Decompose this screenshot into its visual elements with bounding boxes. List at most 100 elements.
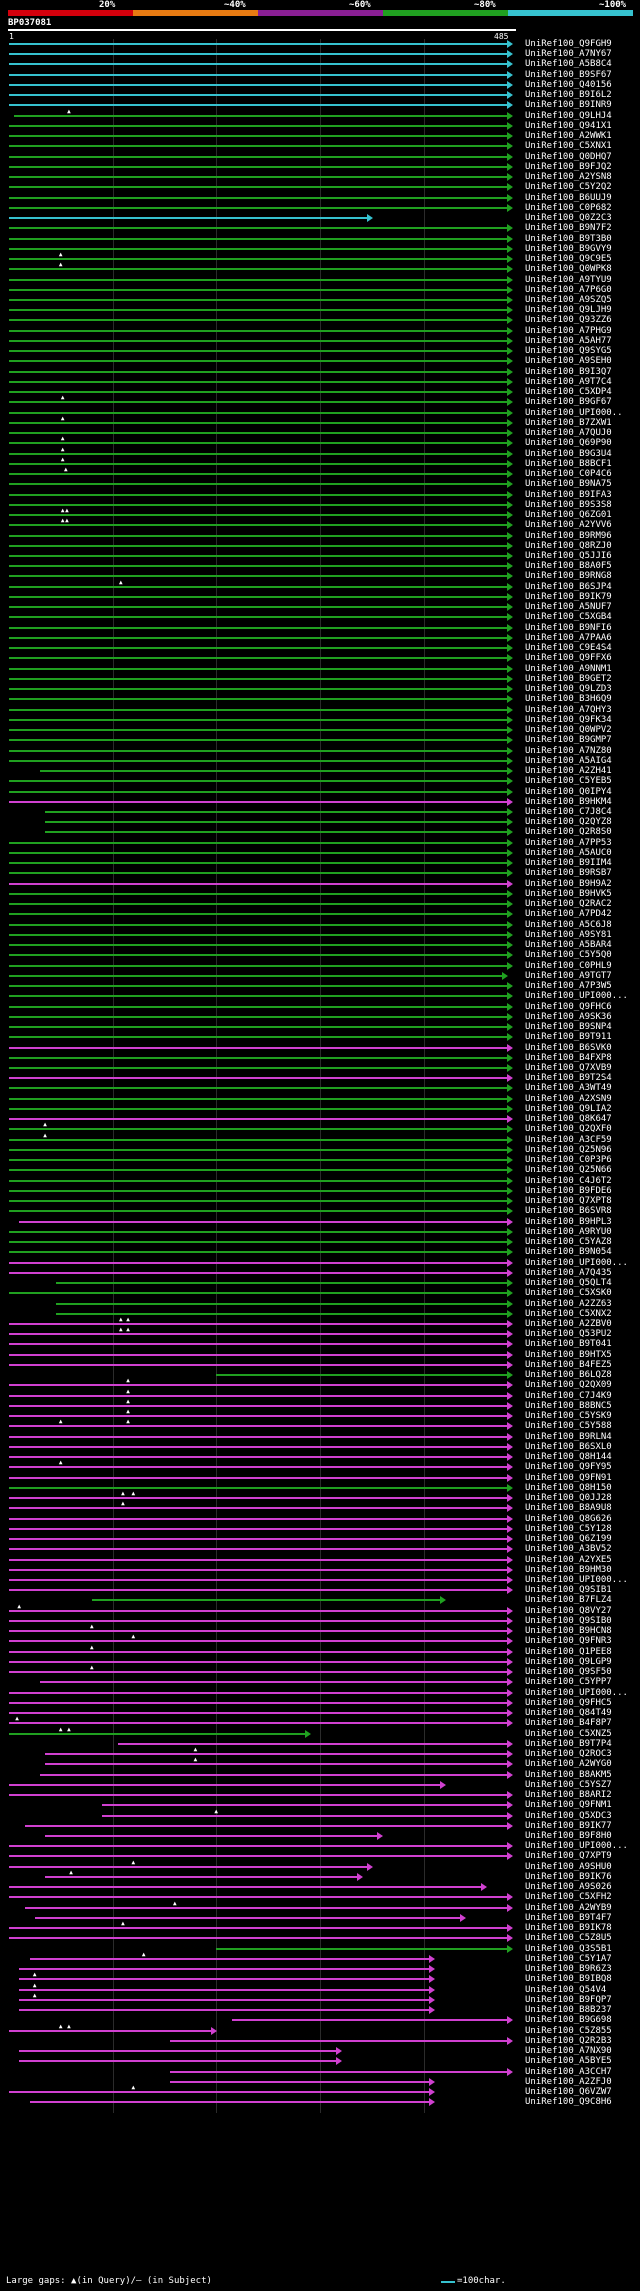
hit-label[interactable]: UniRef100_B6SVR8 bbox=[525, 1206, 612, 1216]
hit-label[interactable]: UniRef100_C5XDP4 bbox=[525, 387, 612, 397]
hit-bar[interactable] bbox=[40, 1773, 508, 1776]
hit-bar[interactable] bbox=[9, 585, 508, 588]
hit-bar[interactable] bbox=[9, 1886, 483, 1889]
hit-label[interactable]: UniRef100_A2XSN9 bbox=[525, 1094, 612, 1104]
hit-label[interactable]: UniRef100_C5Y128 bbox=[525, 1524, 612, 1534]
hit-label[interactable]: UniRef100_UPI000... bbox=[525, 1258, 628, 1268]
hit-label[interactable]: UniRef100_B8ARI2 bbox=[525, 1790, 612, 1800]
hit-label[interactable]: UniRef100_B8BCF1 bbox=[525, 459, 612, 469]
hit-bar[interactable] bbox=[9, 1261, 508, 1264]
hit-bar[interactable] bbox=[9, 442, 508, 445]
hit-label[interactable]: UniRef100_B9IK79 bbox=[525, 592, 612, 602]
hit-bar[interactable] bbox=[9, 462, 508, 465]
hit-label[interactable]: UniRef100_B9FQP7 bbox=[525, 1995, 612, 2005]
hit-bar[interactable] bbox=[45, 811, 508, 813]
hit-label[interactable]: UniRef100_A2ZFJ0 bbox=[525, 2077, 612, 2087]
hit-bar[interactable] bbox=[9, 1589, 508, 1592]
hit-label[interactable]: UniRef100_A9S026 bbox=[525, 1882, 612, 1892]
hit-bar[interactable] bbox=[19, 1968, 431, 1971]
hit-label[interactable]: UniRef100_C9E4S4 bbox=[525, 643, 612, 653]
hit-bar[interactable] bbox=[9, 739, 508, 742]
hit-label[interactable]: UniRef100_B9RNG8 bbox=[525, 571, 612, 581]
hit-label[interactable]: UniRef100_B7ZXW1 bbox=[525, 418, 612, 428]
hit-label[interactable]: UniRef100_B9HCN8 bbox=[525, 1626, 612, 1636]
hit-label[interactable]: UniRef100_B9NA75 bbox=[525, 479, 612, 489]
hit-bar[interactable] bbox=[9, 124, 508, 127]
hit-bar[interactable] bbox=[9, 974, 503, 977]
hit-bar[interactable] bbox=[9, 1189, 508, 1192]
hit-bar[interactable] bbox=[9, 688, 508, 691]
hit-bar[interactable] bbox=[9, 1712, 508, 1715]
hit-bar[interactable] bbox=[55, 1302, 508, 1305]
hit-bar[interactable] bbox=[9, 1394, 508, 1397]
hit-bar[interactable] bbox=[9, 53, 508, 56]
hit-bar[interactable] bbox=[9, 1425, 508, 1428]
hit-bar[interactable] bbox=[169, 2039, 508, 2042]
hit-bar[interactable] bbox=[9, 145, 508, 148]
hit-label[interactable]: UniRef100_B9NFI6 bbox=[525, 623, 612, 633]
hit-label[interactable]: UniRef100_Q9LZD3 bbox=[525, 684, 612, 694]
hit-bar[interactable] bbox=[9, 1548, 508, 1551]
hit-label[interactable]: UniRef100_C5YSZ7 bbox=[525, 1780, 612, 1790]
hit-bar[interactable] bbox=[24, 1906, 508, 1909]
hit-label[interactable]: UniRef100_A9SZQ5 bbox=[525, 295, 612, 305]
hit-label[interactable]: UniRef100_A2WWK1 bbox=[525, 131, 612, 141]
hit-bar[interactable] bbox=[19, 1220, 508, 1223]
hit-label[interactable]: UniRef100_B9IIM4 bbox=[525, 858, 612, 868]
hit-bar[interactable] bbox=[9, 1333, 508, 1336]
hit-label[interactable]: UniRef100_B9T4F7 bbox=[525, 1913, 612, 1923]
hit-label[interactable]: UniRef100_Q941X1 bbox=[525, 121, 612, 131]
hit-label[interactable]: UniRef100_A3BV52 bbox=[525, 1544, 612, 1554]
hit-label[interactable]: UniRef100_Q53PU2 bbox=[525, 1329, 612, 1339]
hit-bar[interactable] bbox=[9, 759, 508, 762]
hit-bar[interactable] bbox=[9, 380, 508, 383]
hit-bar[interactable] bbox=[9, 1138, 508, 1141]
hit-label[interactable]: UniRef100_A9T7C4 bbox=[525, 377, 612, 387]
hit-label[interactable]: UniRef100_A5AUC0 bbox=[525, 848, 612, 858]
hit-bar[interactable] bbox=[9, 1241, 508, 1244]
hit-bar[interactable] bbox=[9, 882, 508, 885]
hit-bar[interactable] bbox=[9, 1845, 508, 1848]
hit-bar[interactable] bbox=[9, 1271, 508, 1274]
hit-bar[interactable] bbox=[9, 985, 508, 988]
hit-label[interactable]: UniRef100_B9G698 bbox=[525, 2015, 612, 2025]
hit-label[interactable]: UniRef100_Q8H150 bbox=[525, 1483, 612, 1493]
hit-bar[interactable] bbox=[9, 350, 508, 353]
hit-bar[interactable] bbox=[9, 718, 508, 721]
hit-bar[interactable] bbox=[9, 626, 508, 629]
hit-bar[interactable] bbox=[9, 851, 508, 854]
hit-label[interactable]: UniRef100_B9GET2 bbox=[525, 674, 612, 684]
hit-bar[interactable] bbox=[9, 862, 508, 865]
hit-bar[interactable] bbox=[19, 2050, 337, 2053]
hit-bar[interactable] bbox=[9, 1097, 508, 1100]
hit-label[interactable]: UniRef100_B9GMP7 bbox=[525, 735, 612, 745]
hit-bar[interactable] bbox=[9, 1558, 508, 1561]
hit-label[interactable]: UniRef100_C5YSK9 bbox=[525, 1411, 612, 1421]
hit-bar[interactable] bbox=[9, 319, 508, 322]
hit-bar[interactable] bbox=[216, 1947, 508, 1950]
hit-bar[interactable] bbox=[9, 473, 508, 476]
hit-bar[interactable] bbox=[9, 1077, 508, 1080]
hit-bar[interactable] bbox=[117, 1742, 508, 1745]
hit-bar[interactable] bbox=[9, 892, 508, 895]
hit-bar[interactable] bbox=[9, 1527, 508, 1530]
hit-label[interactable]: UniRef100_A3WT49 bbox=[525, 1083, 612, 1093]
hit-bar[interactable] bbox=[91, 1599, 441, 1602]
hit-label[interactable]: UniRef100_B9F8H0 bbox=[525, 1831, 612, 1841]
hit-label[interactable]: UniRef100_C5XSK0 bbox=[525, 1288, 612, 1298]
hit-label[interactable]: UniRef100_A2ZZ63 bbox=[525, 1299, 612, 1309]
hit-label[interactable]: UniRef100_A2WYB9 bbox=[525, 1903, 612, 1913]
hit-label[interactable]: UniRef100_B9SNP4 bbox=[525, 1022, 612, 1032]
hit-label[interactable]: UniRef100_Q54V4 bbox=[525, 1985, 606, 1995]
hit-label[interactable]: UniRef100_Q7XPT8 bbox=[525, 1196, 612, 1206]
hit-bar[interactable] bbox=[9, 309, 508, 312]
hit-label[interactable]: UniRef100_B9RLN4 bbox=[525, 1432, 612, 1442]
hit-bar[interactable] bbox=[9, 1169, 508, 1172]
hit-bar[interactable] bbox=[9, 206, 508, 209]
hit-bar[interactable] bbox=[9, 278, 508, 281]
hit-bar[interactable] bbox=[9, 1937, 508, 1940]
hit-bar[interactable] bbox=[45, 831, 508, 834]
hit-bar[interactable] bbox=[9, 1619, 508, 1622]
hit-label[interactable]: UniRef100_Q9LHJ4 bbox=[525, 111, 612, 121]
hit-label[interactable]: UniRef100_B6LQZ8 bbox=[525, 1370, 612, 1380]
